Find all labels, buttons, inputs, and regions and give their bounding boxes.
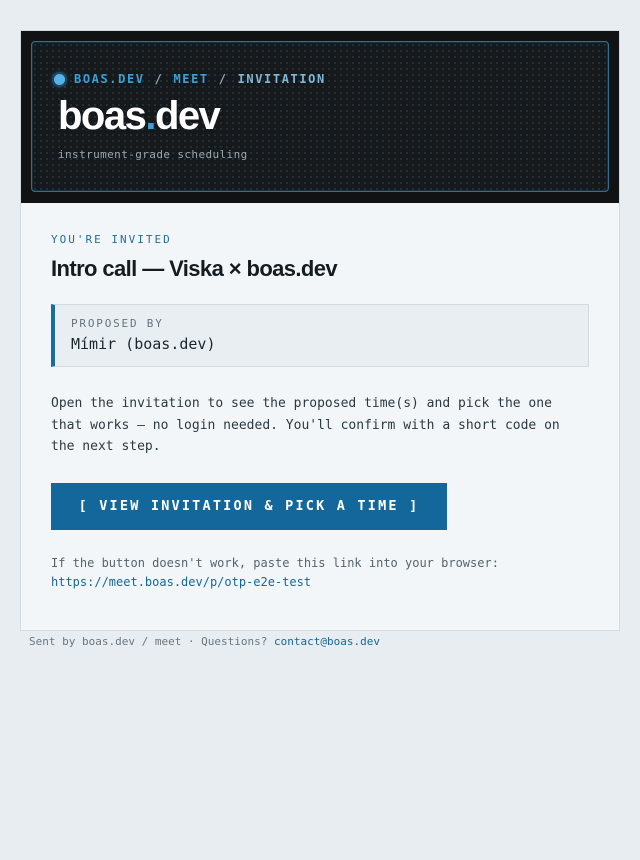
view-invitation-button[interactable]: [ VIEW INVITATION & PICK A TIME ]: [51, 482, 447, 530]
logo-dot: .: [145, 94, 156, 138]
invitation-link[interactable]: https://meet.boas.dev/p/otp-e2e-test: [51, 575, 311, 589]
logo-suffix: dev: [154, 94, 221, 138]
invite-content: YOU'RE INVITED Intro call — Viska × boas…: [21, 203, 619, 630]
breadcrumb-separator: /: [218, 72, 228, 86]
hero-frame: BOAS.DEV / MEET / INVITATION boas.dev in…: [31, 41, 609, 192]
email-card: BOAS.DEV / MEET / INVITATION boas.dev in…: [20, 30, 620, 631]
invite-title: Intro call — Viska × boas.dev: [51, 256, 338, 281]
contact-email-link[interactable]: contact@boas.dev: [274, 635, 380, 648]
fallback-text: If the button doesn't work, paste this l…: [51, 555, 499, 570]
footer-sent-by: Sent by boas.dev / meet · Questions?: [29, 635, 268, 648]
proposer-label: PROPOSED BY: [71, 317, 164, 330]
proposer-name: Mímir (boas.dev): [71, 335, 216, 353]
invite-description: Open the invitation to see the proposed …: [51, 396, 560, 454]
tagline: instrument-grade scheduling: [58, 148, 248, 161]
email-footer: Sent by boas.dev / meet · Questions? con…: [29, 635, 380, 648]
breadcrumb-section: MEET: [173, 72, 209, 86]
brand-logo: boas.dev: [58, 94, 221, 139]
breadcrumb-separator: /: [154, 72, 164, 86]
fallback-note: If the button doesn't work, paste this l…: [51, 554, 589, 592]
breadcrumb: BOAS.DEV / MEET / INVITATION: [54, 72, 326, 86]
status-dot-icon: [54, 73, 65, 85]
hero-banner: BOAS.DEV / MEET / INVITATION boas.dev in…: [21, 31, 619, 203]
logo-prefix: boas: [58, 94, 147, 138]
invite-eyebrow: YOU'RE INVITED: [51, 233, 172, 246]
breadcrumb-current: INVITATION: [237, 72, 326, 86]
proposer-box: PROPOSED BY Mímir (boas.dev): [51, 304, 589, 367]
breadcrumb-brand: BOAS.DEV: [74, 72, 145, 86]
